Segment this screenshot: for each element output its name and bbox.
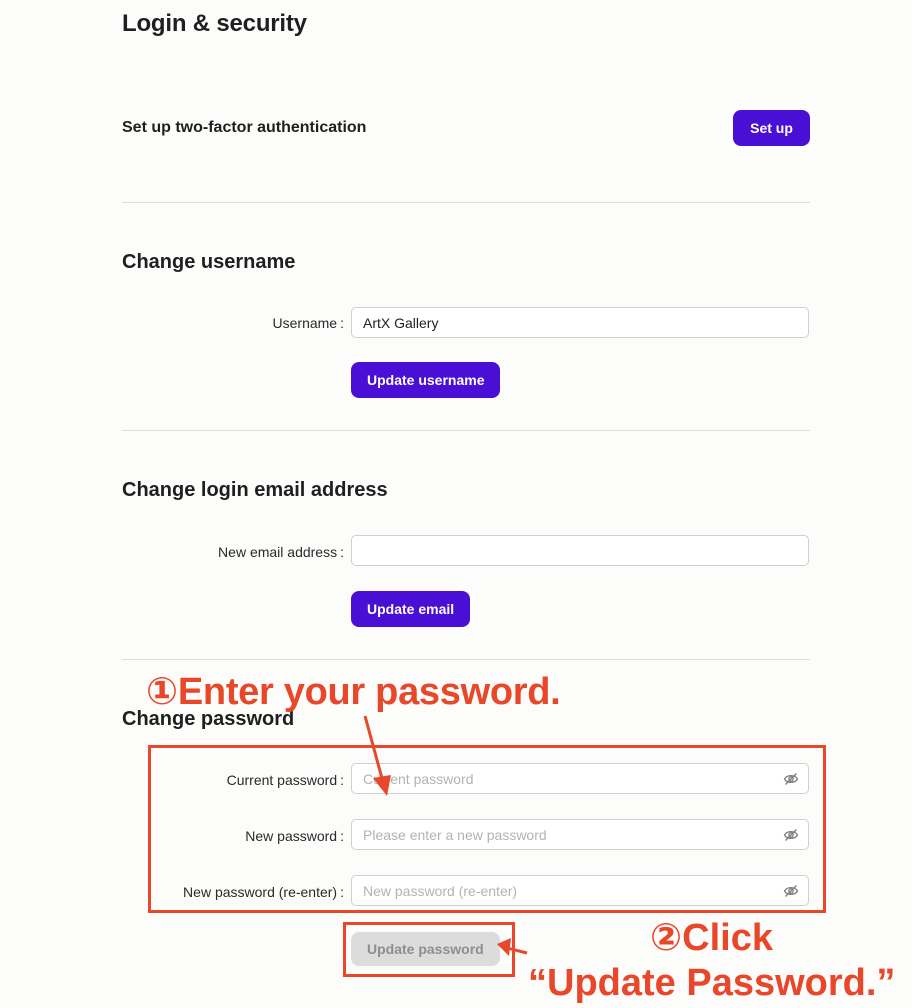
username-input[interactable] [351, 307, 809, 338]
annotation-arrow-left [497, 938, 528, 956]
update-button-highlight [343, 922, 515, 977]
username-label: Username: [272, 315, 344, 331]
divider [122, 202, 810, 203]
setup-two-factor-button[interactable]: Set up [733, 110, 810, 146]
update-email-button[interactable]: Update email [351, 591, 471, 627]
step2-annotation-line1: ②Click [650, 917, 773, 959]
update-username-button[interactable]: Update username [351, 362, 501, 398]
two-factor-heading: Set up two-factor authentication [122, 119, 367, 136]
page-title: Login & security [122, 10, 307, 37]
email-input[interactable] [351, 535, 809, 566]
divider [122, 659, 810, 660]
email-heading: Change login email address [122, 479, 388, 501]
password-fields-highlight [148, 745, 826, 913]
username-heading: Change username [122, 251, 296, 273]
email-label: New email address: [218, 544, 344, 560]
divider [122, 430, 810, 431]
step1-annotation: ①Enter your password. [146, 671, 561, 713]
step2-annotation-line2: “Update Password.” [528, 962, 896, 1004]
